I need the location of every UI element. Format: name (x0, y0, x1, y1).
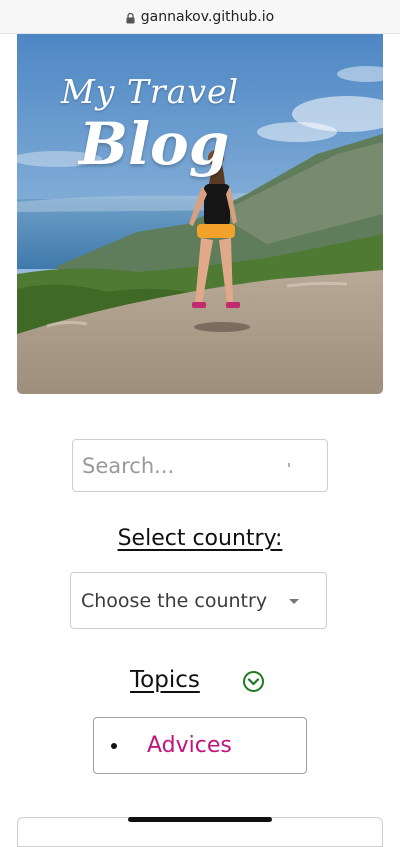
country-select[interactable]: Choose the country (70, 572, 327, 629)
home-indicator (128, 817, 272, 822)
browser-url: gannakov.github.io (140, 8, 275, 25)
hero-image: My Travel Blog (17, 34, 383, 394)
select-country-label: Select country: (117, 526, 283, 551)
list-bullet (111, 742, 117, 749)
country-select-value: Choose the country (81, 589, 268, 612)
topics-list: Advices (93, 717, 307, 774)
search-cursor-mark (288, 463, 290, 467)
search-placeholder: Search... (82, 453, 175, 478)
chevron-down-circle-icon[interactable] (242, 670, 265, 693)
search-input[interactable]: Search... (72, 439, 328, 492)
topic-link-advices[interactable]: Advices (147, 733, 232, 758)
lock-icon (126, 12, 135, 24)
hero-title-line1: My Travel (61, 72, 240, 111)
topics-label[interactable]: Topics (130, 667, 200, 693)
caret-down-icon (289, 599, 299, 604)
browser-url-bar[interactable]: gannakov.github.io (0, 0, 400, 34)
hero-title-line2: Blog (79, 110, 230, 178)
